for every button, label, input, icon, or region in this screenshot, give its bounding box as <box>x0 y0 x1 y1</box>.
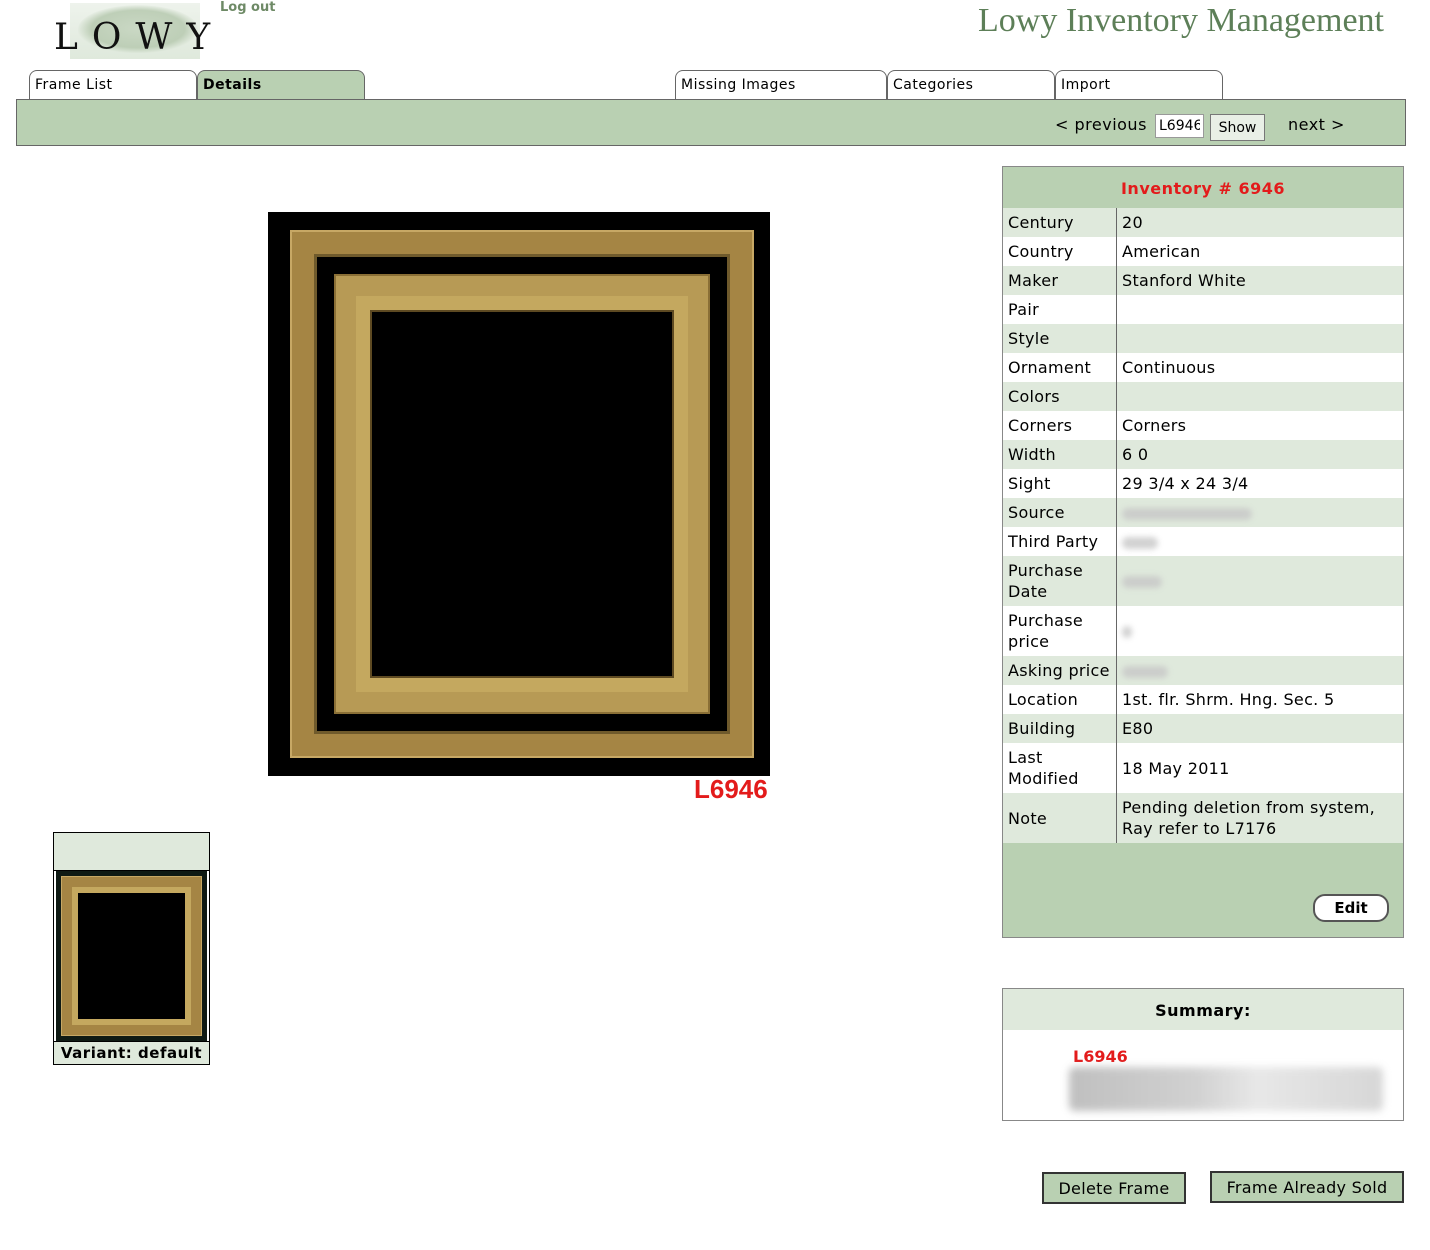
detail-key: Note <box>1003 793 1117 843</box>
row-pair: Pair <box>1003 295 1403 324</box>
detail-key: Pair <box>1003 295 1117 324</box>
detail-key: Ornament <box>1003 353 1117 382</box>
row-building: Building E80 <box>1003 714 1403 743</box>
redacted-value <box>1122 626 1132 638</box>
detail-value: E80 <box>1116 714 1403 743</box>
tab-missing-images[interactable]: Missing Images <box>675 70 887 99</box>
thumbnail-header <box>54 833 209 871</box>
variant-thumbnail[interactable]: Variant: default <box>53 832 210 1065</box>
details-table: Century 20 Country American Maker Stanford … <box>1003 208 1403 843</box>
variant-label: Variant: default <box>54 1041 209 1064</box>
detail-key: Style <box>1003 324 1117 353</box>
summary-code: L6946 <box>1073 1047 1128 1066</box>
logo: LOWY <box>54 17 225 58</box>
row-location: Location 1st. flr. Shrm. Hng. Sec. 5 <box>1003 685 1403 714</box>
frame-image <box>268 212 770 776</box>
detail-key: Maker <box>1003 266 1117 295</box>
detail-value <box>1116 382 1403 411</box>
detail-value-redacted <box>1116 606 1403 656</box>
row-maker: Maker Stanford White <box>1003 266 1403 295</box>
redacted-value <box>1122 665 1168 678</box>
show-button[interactable]: Show <box>1210 114 1265 141</box>
thumbnail-image[interactable] <box>56 871 207 1041</box>
row-last-modified: Last Modified 18 May 2011 <box>1003 743 1403 793</box>
detail-value-redacted <box>1116 527 1403 556</box>
redacted-value <box>1122 507 1252 520</box>
detail-value: 6 0 <box>1116 440 1403 469</box>
edit-button[interactable]: Edit <box>1313 894 1389 922</box>
detail-key: Building <box>1003 714 1117 743</box>
thumbnail-frame-outer <box>62 877 201 1035</box>
summary-title: Summary: <box>1003 989 1403 1030</box>
detail-value: Stanford White <box>1116 266 1403 295</box>
tab-import[interactable]: Import <box>1055 70 1223 99</box>
frame-outer-molding <box>292 232 752 756</box>
detail-value: 1st. flr. Shrm. Hng. Sec. 5 <box>1116 685 1403 714</box>
inventory-title: Inventory # 6946 <box>1120 179 1286 198</box>
detail-value-redacted <box>1116 498 1403 527</box>
detail-key: Country <box>1003 237 1117 266</box>
summary-panel: Summary: L6946 <box>1002 988 1404 1121</box>
row-corners: Corners Corners <box>1003 411 1403 440</box>
row-purchase-price: Purchase price <box>1003 606 1403 656</box>
tab-categories[interactable]: Categories <box>887 70 1055 99</box>
frame-inner-molding <box>356 296 688 692</box>
row-source: Source <box>1003 498 1403 527</box>
row-third-party: Third Party <box>1003 527 1403 556</box>
delete-frame-button[interactable]: Delete Frame <box>1042 1172 1186 1204</box>
detail-key: Corners <box>1003 411 1117 440</box>
previous-link[interactable]: < previous <box>1055 115 1147 134</box>
detail-value: Pending deletion from system, Ray refer … <box>1116 793 1403 843</box>
row-width: Width 6 0 <box>1003 440 1403 469</box>
row-country: Country American <box>1003 237 1403 266</box>
detail-key: Width <box>1003 440 1117 469</box>
detail-value <box>1116 295 1403 324</box>
detail-key: Century <box>1003 208 1117 237</box>
frame-middle-molding <box>336 276 708 712</box>
detail-value <box>1116 324 1403 353</box>
detail-key: Sight <box>1003 469 1117 498</box>
detail-value: American <box>1116 237 1403 266</box>
detail-key: Asking price <box>1003 656 1117 685</box>
detail-key: Colors <box>1003 382 1117 411</box>
detail-value: 20 <box>1116 208 1403 237</box>
detail-value-redacted <box>1116 556 1403 606</box>
thumbnail-frame-inner <box>72 887 191 1025</box>
row-note: Note Pending deletion from system, Ray re… <box>1003 793 1403 843</box>
row-purchase-date: Purchase Date <box>1003 556 1403 606</box>
frame-sold-button[interactable]: Frame Already Sold <box>1210 1171 1404 1203</box>
detail-key: Location <box>1003 685 1117 714</box>
row-style: Style <box>1003 324 1403 353</box>
detail-key: Purchase price <box>1003 606 1117 656</box>
redacted-value <box>1122 576 1162 588</box>
row-colors: Colors <box>1003 382 1403 411</box>
detail-key: Last Modified <box>1003 743 1117 793</box>
detail-value-redacted <box>1116 656 1403 685</box>
details-panel: Inventory # 6946 Century 20 Country Americ… <box>1002 166 1404 938</box>
detail-value: 29 3/4 x 24 3/4 <box>1116 469 1403 498</box>
next-link[interactable]: next > <box>1288 115 1345 134</box>
detail-key: Third Party <box>1003 527 1117 556</box>
summary-redacted-text <box>1069 1067 1383 1111</box>
redacted-value <box>1122 536 1158 549</box>
row-asking-price: Asking price <box>1003 656 1403 685</box>
row-century: Century 20 <box>1003 208 1403 237</box>
tab-details[interactable]: Details <box>197 70 365 99</box>
detail-key: Purchase Date <box>1003 556 1117 606</box>
detail-value: 18 May 2011 <box>1116 743 1403 793</box>
detail-value: Continuous <box>1116 353 1403 382</box>
tab-frame-list[interactable]: Frame List <box>29 70 197 99</box>
row-sight: Sight 29 3/4 x 24 3/4 <box>1003 469 1403 498</box>
logout-link[interactable]: Log out <box>220 0 275 15</box>
frame-code-input[interactable] <box>1155 114 1204 138</box>
row-ornament: Ornament Continuous <box>1003 353 1403 382</box>
detail-key: Source <box>1003 498 1117 527</box>
detail-value: Corners <box>1116 411 1403 440</box>
frame-code-label: L6946 <box>694 774 768 804</box>
app-title: Lowy Inventory Management <box>978 2 1384 39</box>
